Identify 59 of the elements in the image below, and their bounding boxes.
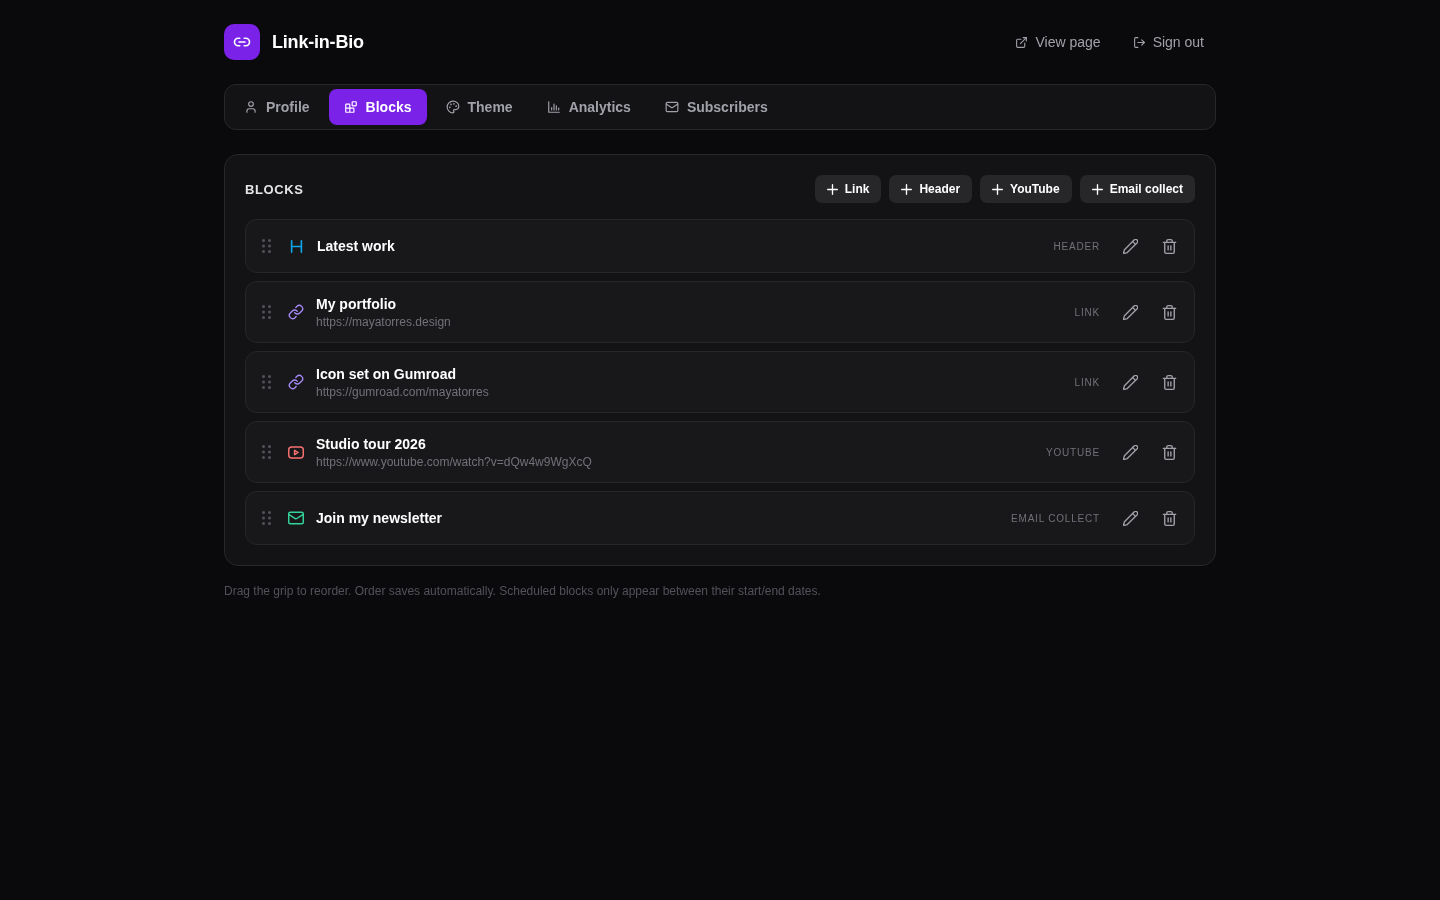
block-type-label: LINK [1074,376,1100,388]
sign-out-icon [1132,35,1146,49]
block-url: https://www.youtube.com/watch?v=dQw4w9WgXcQ [316,454,593,470]
nav-tab[interactable]: Theme [430,89,528,125]
block-title: My portfolio [316,295,398,314]
block-title: Icon set on Gumroad [316,365,457,384]
trash-icon [1161,238,1177,254]
panel-title: BLOCKS [245,181,304,197]
add-block-button[interactable]: Email collect [1079,175,1195,203]
nav-tab[interactable]: Profile [229,89,325,125]
view-page-link[interactable]: View page [1003,28,1113,56]
plus-icon [901,183,913,195]
block-type-label: HEADER [1053,240,1100,252]
nav-tab[interactable]: Subscribers [649,89,783,125]
pencil-icon [1122,238,1138,254]
drag-grip-icon[interactable] [262,375,271,389]
trash-icon [1161,444,1177,460]
trash-icon [1161,374,1177,390]
pencil-icon [1122,510,1138,526]
drag-grip-icon[interactable] [262,445,271,459]
add-block-button[interactable]: Header [889,175,973,203]
trash-icon [1161,304,1177,320]
blocks-icon [343,100,358,114]
mail-icon [664,100,679,114]
video-play-icon [288,445,304,459]
link-icon [288,304,304,320]
drag-grip-icon[interactable] [262,305,271,319]
mail-icon [288,511,304,525]
pencil-icon [1122,304,1138,320]
palette-icon [445,100,460,114]
drag-grip-icon[interactable] [262,511,271,525]
pencil-icon [1122,374,1138,390]
link-logo-icon [224,24,260,60]
block-title: Studio tour 2026 [316,435,427,454]
trash-icon [1161,510,1177,526]
nav-tab[interactable]: Blocks [328,89,427,125]
block-type-label: EMAIL COLLECT [1011,512,1100,524]
user-icon [244,100,258,114]
app-title: Link-in-Bio [272,31,364,53]
add-block-button[interactable]: YouTube [980,175,1072,203]
sign-out-link[interactable]: Sign out [1120,28,1216,56]
block-url: https://mayatorres.design [316,314,452,330]
block-title: Latest work [317,237,396,256]
drag-grip-icon[interactable] [262,239,271,253]
block-type-label: YOUTUBE [1046,446,1100,458]
add-block-button[interactable]: Link [814,175,882,203]
plus-icon [826,183,838,195]
block-url: https://gumroad.com/mayatorres [316,384,490,400]
nav-tab[interactable]: Analytics [531,89,646,125]
help-text: Drag the grip to reorder. Order saves automatically. Scheduled blocks only appear between their start/end dates. [224,584,822,598]
block-title: Join my newsletter [316,509,444,528]
link-icon [288,374,304,390]
bar-chart-icon [546,100,561,114]
external-link-icon [1015,35,1029,49]
plus-icon [1091,183,1103,195]
heading-icon [290,239,303,253]
pencil-icon [1122,444,1138,460]
block-type-label: LINK [1074,306,1100,318]
plus-icon [992,183,1004,195]
